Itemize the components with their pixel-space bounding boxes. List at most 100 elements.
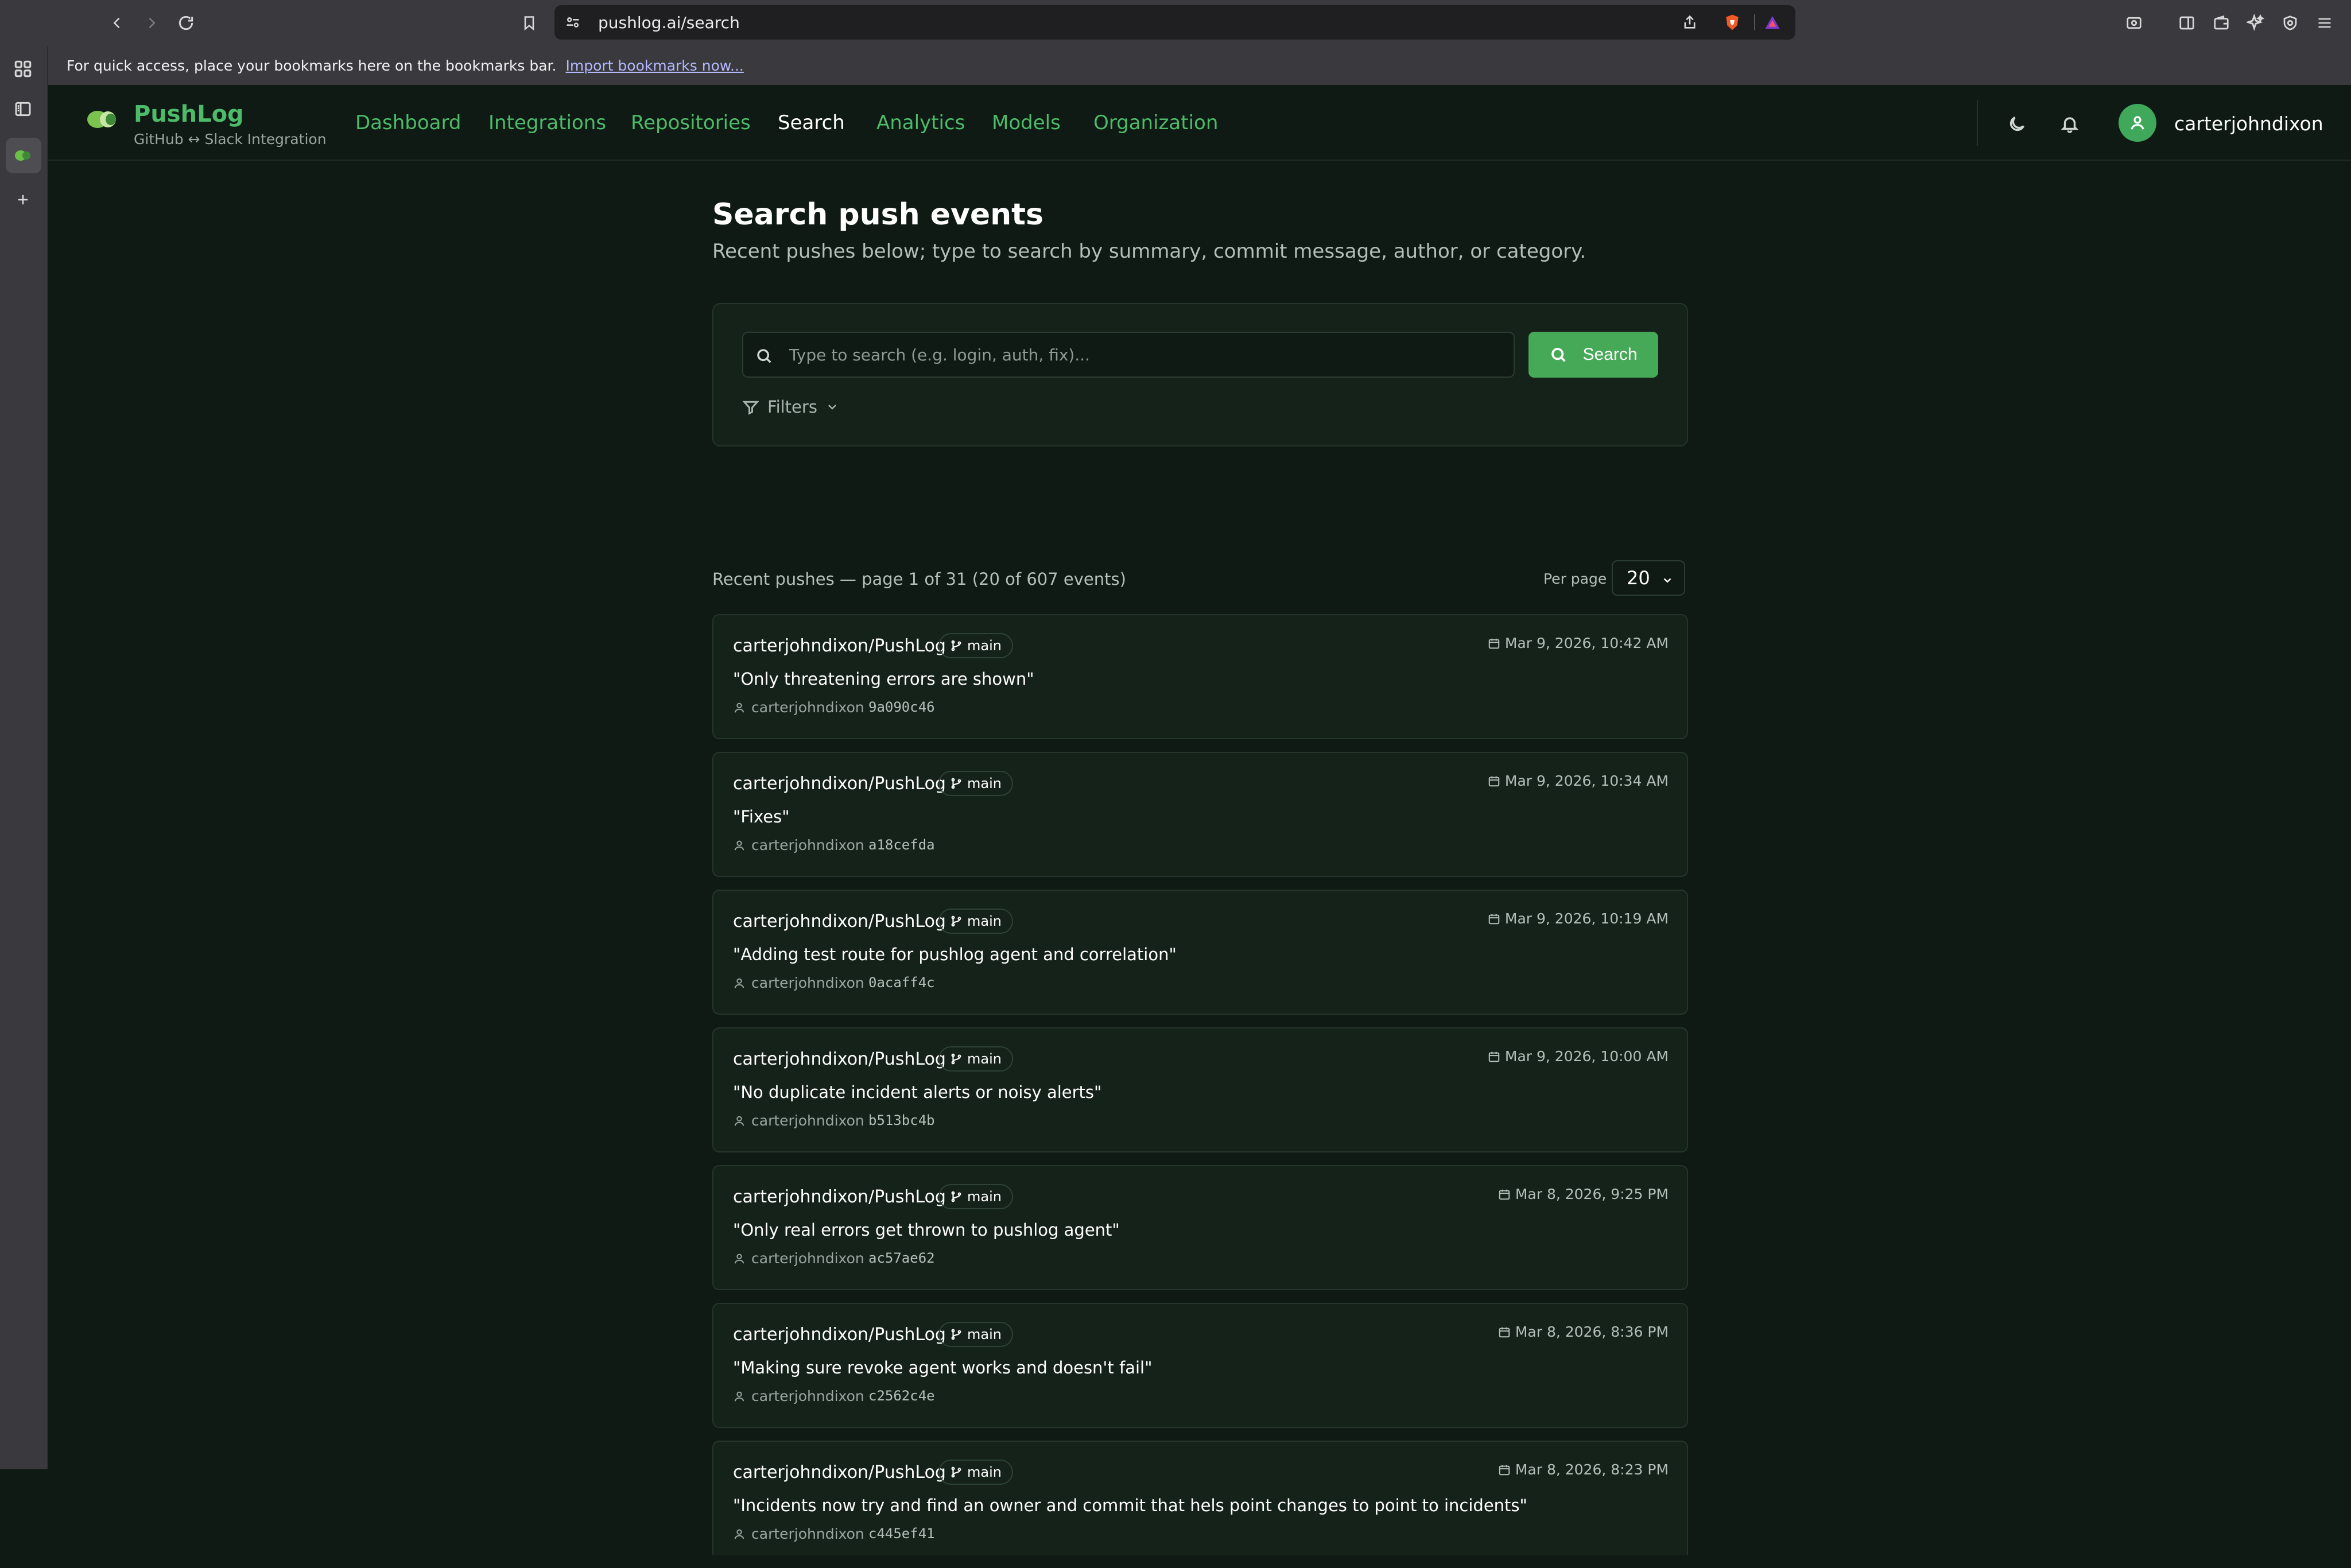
filters-toggle[interactable]: Filters xyxy=(742,397,839,417)
event-message: "Fixes" xyxy=(733,807,790,826)
user-name[interactable]: carterjohndixon xyxy=(2174,112,2323,135)
nav-organization[interactable]: Organization xyxy=(1093,111,1218,134)
event-repo[interactable]: carterjohndixon/PushLog xyxy=(733,911,946,932)
address-bar[interactable]: pushlog.ai/search xyxy=(554,5,1795,40)
chevron-down-icon xyxy=(828,405,836,410)
event-card[interactable]: carterjohndixon/PushLog main Mar 8, 2026… xyxy=(712,1303,1688,1428)
branch-badge: main xyxy=(938,909,1013,934)
event-card[interactable]: carterjohndixon/PushLog main Mar 9, 2026… xyxy=(712,890,1688,1015)
url-text[interactable]: pushlog.ai/search xyxy=(598,13,740,32)
git-branch-icon xyxy=(951,915,961,927)
branch-name: main xyxy=(967,638,1002,654)
commit-sha[interactable]: a18cefda xyxy=(868,837,935,853)
event-author: carterjohndixon xyxy=(733,975,864,991)
new-tab-icon[interactable] xyxy=(13,189,33,210)
event-date-text: Mar 9, 2026, 10:34 AM xyxy=(1504,773,1669,789)
reader-mode-icon[interactable] xyxy=(2123,11,2146,34)
user-icon xyxy=(2131,116,2144,130)
nav-integrations[interactable]: Integrations xyxy=(488,111,606,134)
search-button[interactable]: Search xyxy=(1528,332,1658,378)
branch-name: main xyxy=(967,1326,1002,1342)
theme-toggle-icon[interactable] xyxy=(2005,112,2028,135)
event-date-text: Mar 8, 2026, 8:23 PM xyxy=(1515,1461,1669,1478)
commit-sha[interactable]: c445ef41 xyxy=(868,1526,935,1542)
nav-models[interactable]: Models xyxy=(992,111,1061,134)
event-card[interactable]: carterjohndixon/PushLog main Mar 9, 2026… xyxy=(712,752,1688,877)
event-card[interactable]: carterjohndixon/PushLog main Mar 8, 2026… xyxy=(712,1441,1688,1555)
back-icon[interactable] xyxy=(107,13,127,33)
user-avatar[interactable] xyxy=(2119,104,2156,142)
app-page: PushLog GitHub ↔ Slack Integration Dashb… xyxy=(48,85,2351,1555)
git-branch-icon xyxy=(951,1329,961,1340)
pushlog-logo-icon[interactable] xyxy=(85,108,119,131)
event-message: "Adding test route for pushlog agent and… xyxy=(733,945,1177,964)
vpn-shield-icon[interactable] xyxy=(2279,11,2302,34)
sidebar-toggle-icon[interactable] xyxy=(2175,11,2198,34)
event-repo[interactable]: carterjohndixon/PushLog xyxy=(733,636,946,656)
commit-sha[interactable]: 9a090c46 xyxy=(868,699,935,715)
user-icon xyxy=(734,840,744,851)
leo-ai-icon[interactable] xyxy=(2244,11,2267,34)
pushlog-tab[interactable] xyxy=(6,138,41,173)
nav-search[interactable]: Search xyxy=(778,111,845,134)
commit-sha[interactable]: ac57ae62 xyxy=(868,1250,935,1266)
branch-badge: main xyxy=(938,1322,1013,1347)
vertical-tabs-icon[interactable] xyxy=(10,96,36,122)
event-repo[interactable]: carterjohndixon/PushLog xyxy=(733,1462,946,1482)
event-card[interactable]: carterjohndixon/PushLog main Mar 8, 2026… xyxy=(712,1165,1688,1290)
brand-name[interactable]: PushLog xyxy=(134,101,244,127)
bookmarks-prompt: For quick access, place your bookmarks h… xyxy=(67,57,557,74)
share-icon[interactable] xyxy=(1679,12,1700,33)
commit-sha[interactable]: b513bc4b xyxy=(868,1112,935,1128)
event-repo[interactable]: carterjohndixon/PushLog xyxy=(733,1187,946,1207)
event-card[interactable]: carterjohndixon/PushLog main Mar 9, 2026… xyxy=(712,614,1688,739)
event-message: "Incidents now try and find an owner and… xyxy=(733,1496,1527,1515)
search-button-label: Search xyxy=(1582,345,1638,364)
brave-rewards-icon[interactable] xyxy=(1762,12,1783,33)
user-icon xyxy=(734,1253,744,1264)
event-author-name: carterjohndixon xyxy=(751,837,864,853)
event-message: "Making sure revoke agent works and does… xyxy=(733,1358,1153,1377)
reload-icon[interactable] xyxy=(174,11,197,34)
wallet-icon[interactable] xyxy=(2210,11,2233,34)
site-settings-icon[interactable] xyxy=(564,13,582,32)
commit-sha[interactable]: 0acaff4c xyxy=(868,975,935,991)
branch-badge: main xyxy=(938,633,1013,658)
event-date-text: Mar 8, 2026, 9:25 PM xyxy=(1515,1186,1669,1202)
import-bookmarks-link[interactable]: Import bookmarks now... xyxy=(565,57,743,74)
branch-name: main xyxy=(967,913,1002,929)
address-divider xyxy=(1754,14,1755,30)
per-page-select[interactable]: 20 xyxy=(1612,560,1685,596)
calendar-icon xyxy=(1488,638,1500,649)
commit-sha[interactable]: c2562c4e xyxy=(868,1388,935,1404)
bookmark-icon[interactable] xyxy=(519,11,540,34)
event-date-text: Mar 9, 2026, 10:00 AM xyxy=(1504,1048,1669,1065)
forward-icon[interactable] xyxy=(141,13,162,33)
event-repo[interactable]: carterjohndixon/PushLog xyxy=(733,1325,946,1345)
tab-grid-icon[interactable] xyxy=(10,56,36,81)
git-branch-icon xyxy=(951,640,961,651)
user-icon xyxy=(734,1529,744,1539)
git-branch-icon xyxy=(951,778,961,789)
chevron-down-icon xyxy=(1663,578,1671,583)
calendar-icon xyxy=(1488,914,1500,924)
notifications-bell-icon[interactable] xyxy=(2058,112,2081,135)
event-author-name: carterjohndixon xyxy=(751,1112,864,1129)
brave-shields-icon[interactable] xyxy=(1722,12,1743,33)
nav-repositories[interactable]: Repositories xyxy=(631,111,751,134)
menu-icon[interactable] xyxy=(2313,11,2336,34)
user-icon xyxy=(734,978,744,988)
pushlog-favicon-icon xyxy=(15,150,30,161)
event-author-name: carterjohndixon xyxy=(751,975,864,991)
nav-analytics[interactable]: Analytics xyxy=(876,111,965,134)
event-repo[interactable]: carterjohndixon/PushLog xyxy=(733,774,946,794)
user-icon xyxy=(734,1391,744,1402)
event-card[interactable]: carterjohndixon/PushLog main Mar 9, 2026… xyxy=(712,1027,1688,1152)
filter-funnel-icon xyxy=(742,401,759,415)
nav-dashboard[interactable]: Dashboard xyxy=(355,111,461,134)
search-input[interactable]: Type to search (e.g. login, auth, fix)..… xyxy=(742,332,1515,378)
event-message: "Only threatening errors are shown" xyxy=(733,669,1034,689)
search-icon xyxy=(1551,348,1566,362)
event-repo[interactable]: carterjohndixon/PushLog xyxy=(733,1049,946,1069)
event-author: carterjohndixon xyxy=(733,1526,864,1542)
